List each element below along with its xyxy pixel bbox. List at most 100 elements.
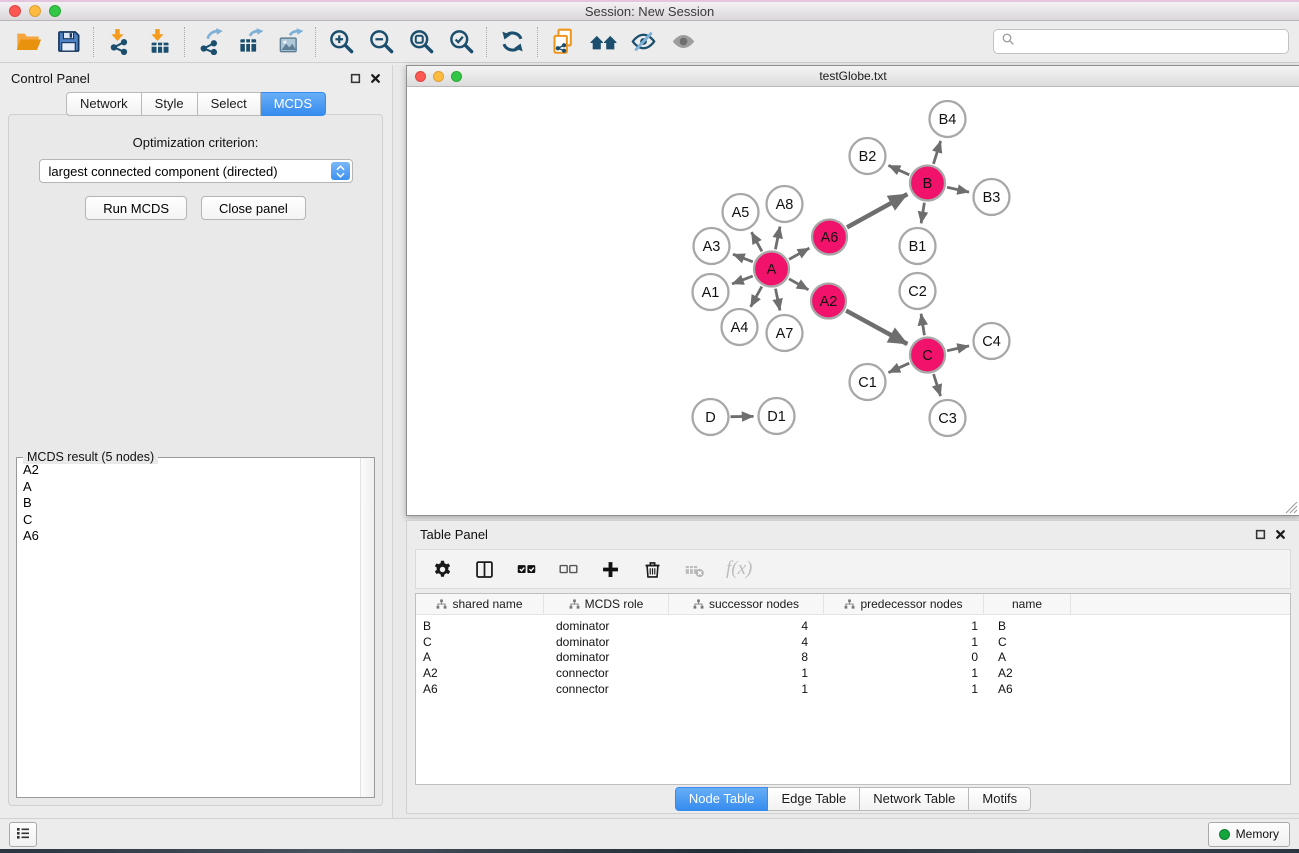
float-panel-icon[interactable] [350, 73, 361, 84]
edge-B-B1[interactable] [921, 203, 924, 224]
network-close-button[interactable] [415, 71, 426, 82]
settings-gear-button[interactable] [432, 559, 453, 580]
node-C1[interactable]: C1 [850, 364, 886, 400]
edge-C-C3[interactable] [934, 374, 941, 396]
edge-A6-B[interactable] [847, 194, 907, 227]
node-A2[interactable]: A2 [811, 284, 846, 319]
edge-B-B4[interactable] [933, 141, 940, 164]
result-item[interactable]: C [23, 512, 359, 529]
node-A8[interactable]: A8 [767, 186, 803, 222]
column-header-successor-nodes[interactable]: successor nodes [669, 594, 824, 614]
node-C[interactable]: C [910, 338, 945, 373]
node-B1[interactable]: B1 [900, 228, 936, 264]
edge-A2-C[interactable] [846, 311, 907, 344]
float-table-panel-icon[interactable] [1255, 529, 1266, 540]
node-A6[interactable]: A6 [812, 220, 847, 255]
search-field[interactable] [993, 29, 1289, 54]
search-input[interactable] [1020, 34, 1281, 49]
close-panel-button[interactable]: Close panel [201, 196, 306, 220]
run-mcds-button[interactable]: Run MCDS [85, 196, 187, 220]
edge-A-A8[interactable] [775, 227, 780, 250]
node-A1[interactable]: A1 [693, 274, 729, 310]
criterion-select[interactable]: largest connected component (directed) [39, 159, 353, 183]
zoom-selected-button[interactable] [443, 25, 479, 59]
tab-edge-table[interactable]: Edge Table [768, 787, 860, 811]
zoom-fit-button[interactable] [403, 25, 439, 59]
result-item[interactable]: B [23, 495, 359, 512]
edge-B-B2[interactable] [888, 165, 909, 174]
select-all-button[interactable] [516, 559, 537, 580]
delete-column-button[interactable] [642, 559, 663, 580]
add-column-button[interactable] [600, 559, 621, 580]
column-header-mcds-role[interactable]: MCDS role [544, 594, 669, 614]
import-network-button[interactable] [101, 25, 137, 59]
resize-grip[interactable] [1285, 501, 1298, 514]
result-item[interactable]: A2 [23, 462, 359, 479]
edge-B-B3[interactable] [947, 187, 969, 192]
node-A7[interactable]: A7 [767, 315, 803, 351]
node-D[interactable]: D [693, 399, 729, 435]
edge-A-A6[interactable] [789, 248, 809, 259]
refresh-button[interactable] [494, 25, 530, 59]
table-row-A6[interactable]: A6connector11A6 [416, 681, 1290, 697]
zoom-window-button[interactable] [49, 5, 61, 17]
export-image-button[interactable] [272, 25, 308, 59]
column-header-predecessor-nodes[interactable]: predecessor nodes [824, 594, 984, 614]
node-B4[interactable]: B4 [930, 101, 966, 137]
open-folder-button[interactable] [10, 25, 46, 59]
memory-button[interactable]: Memory [1208, 822, 1290, 847]
unselect-all-button[interactable] [558, 559, 579, 580]
network-canvas[interactable]: B4B2BB3A5A8A6A3B1AA1C2A2A4A7C4CC1C3DD1 [407, 87, 1299, 515]
tab-motifs[interactable]: Motifs [969, 787, 1031, 811]
export-table-button[interactable] [232, 25, 268, 59]
close-window-button[interactable] [9, 5, 21, 17]
node-D1[interactable]: D1 [759, 398, 795, 434]
edge-A-A4[interactable] [751, 287, 762, 307]
tab-select[interactable]: Select [198, 92, 261, 116]
task-history-button[interactable] [9, 822, 37, 847]
network-minimize-button[interactable] [433, 71, 444, 82]
show-columns-button[interactable] [474, 559, 495, 580]
tab-node-table[interactable]: Node Table [675, 787, 769, 811]
node-A[interactable]: A [754, 252, 789, 287]
table-row-B[interactable]: Bdominator41B [416, 618, 1290, 634]
copy-network-button[interactable] [545, 25, 581, 59]
edge-C-C4[interactable] [947, 346, 969, 351]
result-item[interactable]: A6 [23, 528, 359, 545]
show-eye-button[interactable] [665, 25, 701, 59]
column-header-name[interactable]: name [984, 594, 1071, 614]
tab-network[interactable]: Network [66, 92, 142, 116]
node-A3[interactable]: A3 [694, 228, 730, 264]
result-scrollbar[interactable] [360, 458, 374, 797]
close-table-panel-icon[interactable] [1275, 529, 1286, 540]
edge-C-C2[interactable] [921, 314, 924, 336]
zoom-out-button[interactable] [363, 25, 399, 59]
node-B[interactable]: B [910, 166, 945, 201]
edge-C-C1[interactable] [888, 363, 909, 372]
edge-A-A1[interactable] [732, 276, 753, 284]
export-network-button[interactable] [192, 25, 228, 59]
node-B3[interactable]: B3 [974, 179, 1010, 215]
result-item[interactable]: A [23, 479, 359, 496]
table-row-A[interactable]: Adominator80A [416, 650, 1290, 666]
edge-A-A7[interactable] [775, 289, 779, 311]
houses-button[interactable] [585, 25, 621, 59]
hide-eye-button[interactable] [625, 25, 661, 59]
column-header-shared-name[interactable]: shared name [416, 594, 544, 614]
node-C2[interactable]: C2 [900, 273, 936, 309]
node-A5[interactable]: A5 [723, 194, 759, 230]
edge-A-A2[interactable] [789, 279, 809, 290]
tab-network-table[interactable]: Network Table [860, 787, 969, 811]
node-B2[interactable]: B2 [850, 138, 886, 174]
table-row-A2[interactable]: A2connector11A2 [416, 665, 1290, 681]
import-table-button[interactable] [141, 25, 177, 59]
edge-A-A5[interactable] [751, 232, 761, 251]
close-panel-icon[interactable] [370, 73, 381, 84]
tab-mcds[interactable]: MCDS [261, 92, 326, 116]
node-C3[interactable]: C3 [930, 400, 966, 436]
edge-A-A3[interactable] [733, 254, 753, 262]
minimize-window-button[interactable] [29, 5, 41, 17]
table-row-C[interactable]: Cdominator41C [416, 634, 1290, 650]
zoom-in-button[interactable] [323, 25, 359, 59]
tab-style[interactable]: Style [142, 92, 198, 116]
